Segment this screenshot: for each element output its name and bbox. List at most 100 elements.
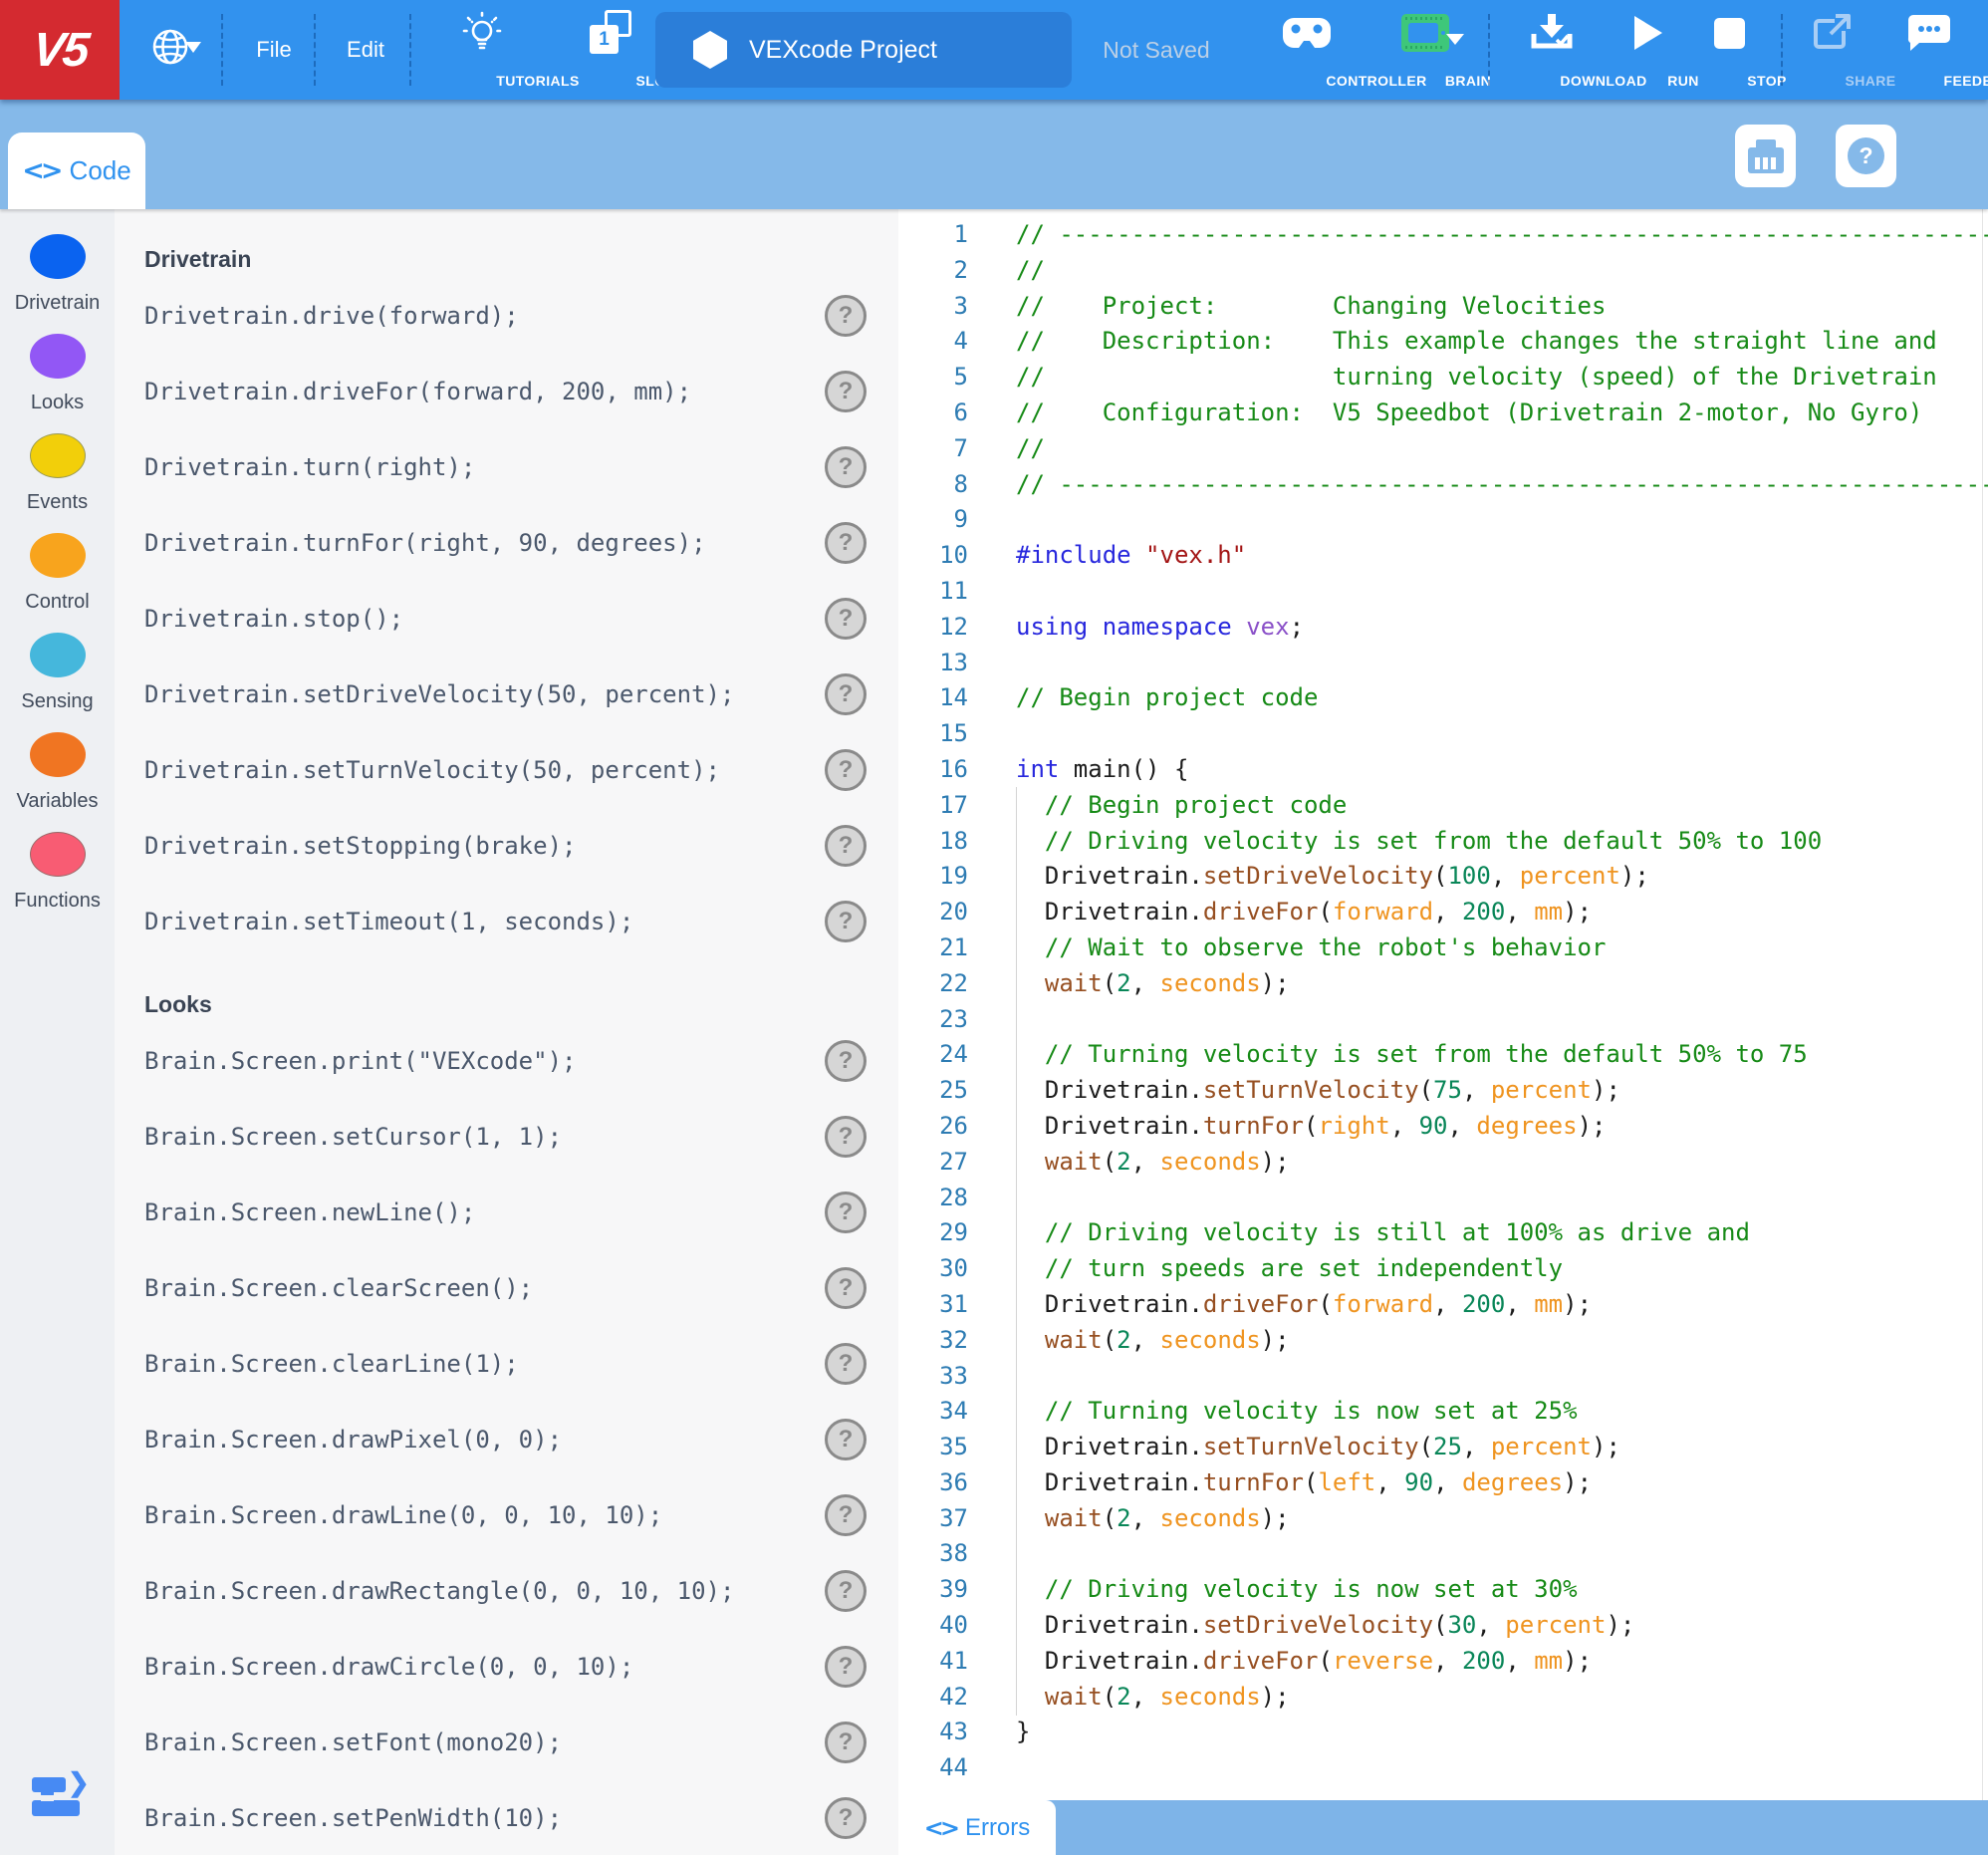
help-button[interactable]: ? [825, 1646, 867, 1688]
project-name-button[interactable]: VEXcode Project [655, 12, 1072, 88]
help-button[interactable]: ? [825, 446, 867, 488]
help-button[interactable]: ? [825, 825, 867, 867]
sidebar-item-variables[interactable]: Variables [0, 732, 115, 813]
command-item[interactable]: Brain.Screen.newLine();? [115, 1175, 898, 1250]
line-number: 6 [953, 398, 968, 426]
toolbar-divider [314, 14, 316, 86]
run-button[interactable]: RUN [1614, 0, 1698, 100]
command-text: Brain.Screen.clearLine(1); [144, 1350, 519, 1378]
command-item[interactable]: Brain.Screen.setFont(mono20);? [115, 1705, 898, 1780]
help-button[interactable]: ? [825, 901, 867, 942]
stop-square-icon [1691, 18, 1767, 49]
brain-port-icon [1747, 138, 1784, 173]
help-button[interactable]: ? [825, 1494, 867, 1536]
code-line: 7 // [898, 431, 1988, 467]
command-item[interactable]: Drivetrain.setStopping(brake);? [115, 808, 898, 884]
code-line: 3 // Project: Changing Velocities [898, 289, 1988, 325]
help-button[interactable]: ? [825, 1419, 867, 1460]
project-name: VEXcode Project [749, 35, 937, 64]
command-item[interactable]: Brain.Screen.drawRectangle(0, 0, 10, 10)… [115, 1553, 898, 1629]
command-text: Brain.Screen.drawLine(0, 0, 10, 10); [144, 1501, 663, 1529]
code-text: wait(2, seconds); [1044, 1147, 1290, 1176]
help-button[interactable]: ? [825, 1797, 867, 1839]
device-info-button[interactable] [1735, 125, 1796, 187]
blocks-icon[interactable]: ❯ [24, 1767, 90, 1833]
code-line: 16 int main() { [898, 752, 1988, 788]
help-button[interactable]: ? [825, 1343, 867, 1385]
controller-button[interactable]: CONTROLLER [1237, 0, 1426, 100]
language-menu[interactable] [127, 0, 213, 100]
brain-chevron-down-icon[interactable] [1446, 34, 1464, 45]
help-button[interactable]: ? [825, 1267, 867, 1309]
sidebar-item-sensing[interactable]: Sensing [0, 633, 115, 713]
stop-button[interactable]: STOP [1691, 0, 1786, 100]
help-button[interactable]: ? [825, 1722, 867, 1763]
variables-category-icon [29, 732, 86, 777]
sidebar-item-looks[interactable]: Looks [0, 334, 115, 414]
help-button[interactable]: ? [825, 1040, 867, 1082]
command-item[interactable]: Drivetrain.setDriveVelocity(50, percent)… [115, 657, 898, 732]
code-text: Drivetrain.driveFor(forward, 200, mm); [1016, 1289, 1593, 1318]
help-button[interactable]: ? [825, 598, 867, 640]
command-item[interactable]: Brain.Screen.drawCircle(0, 0, 10);? [115, 1629, 898, 1705]
code-line: 18 // Driving velocity is set from the d… [898, 824, 1988, 860]
command-item[interactable]: Brain.Screen.clearScreen();? [115, 1250, 898, 1326]
command-item[interactable]: Brain.Screen.drawPixel(0, 0);? [115, 1402, 898, 1477]
v5-logo-text: V5 [29, 23, 91, 77]
line-number: 42 [939, 1682, 968, 1711]
slot-button[interactable]: 1 SLOT [564, 0, 674, 100]
feedback-button[interactable]: FEEDBACK [1874, 0, 1988, 100]
sidebar-item-events[interactable]: Events [0, 433, 115, 514]
command-text: Drivetrain.stop(); [144, 605, 404, 633]
command-item[interactable]: Brain.Screen.clearLine(1);? [115, 1326, 898, 1402]
line-number: 31 [939, 1289, 968, 1318]
tutorials-button[interactable]: TUTORIALS [426, 0, 579, 100]
code-text: // Begin project code [1016, 683, 1319, 712]
command-item[interactable]: Brain.Screen.drawLine(0, 0, 10, 10);? [115, 1477, 898, 1553]
help-button[interactable]: ? [825, 522, 867, 564]
command-item[interactable]: Drivetrain.setTurnVelocity(50, percent);… [115, 732, 898, 808]
edit-menu[interactable]: Edit [323, 0, 408, 100]
code-line: 26 Drivetrain.turnFor(right, 90, degrees… [898, 1109, 1988, 1145]
code-line: 8 // ------------------------------------… [898, 467, 1988, 503]
indent-guide [1016, 787, 1017, 1716]
question-mark-icon: ? [1848, 137, 1884, 174]
help-button[interactable]: ? [825, 1192, 867, 1233]
help-button[interactable]: ? [825, 1570, 867, 1612]
file-menu[interactable]: File [231, 0, 317, 100]
help-button[interactable]: ? [825, 295, 867, 337]
line-number: 25 [939, 1076, 968, 1105]
code-text: // Project: Changing Velocities [1016, 291, 1607, 320]
command-item[interactable]: Drivetrain.turn(right);? [115, 429, 898, 505]
help-button[interactable]: ? [825, 749, 867, 791]
share-icon [1793, 12, 1870, 54]
command-item[interactable]: Brain.Screen.setPenWidth(10);? [115, 1780, 898, 1855]
help-button[interactable]: ? [825, 673, 867, 715]
share-button[interactable]: SHARE [1793, 0, 1895, 100]
sidebar-item-functions[interactable]: Functions [0, 832, 115, 913]
help-button[interactable]: ? [825, 1116, 867, 1158]
command-item[interactable]: Drivetrain.setTimeout(1, seconds);? [115, 884, 898, 959]
sidebar-item-drivetrain[interactable]: Drivetrain [0, 234, 115, 315]
download-icon [1500, 8, 1604, 56]
command-item[interactable]: Brain.Screen.setCursor(1, 1);? [115, 1099, 898, 1175]
category-label: Sensing [21, 690, 94, 712]
command-item[interactable]: Drivetrain.drive(forward);? [115, 278, 898, 354]
hexagon-icon [693, 31, 727, 69]
category-label: Looks [30, 392, 85, 413]
palette-section-title: Drivetrain [144, 246, 252, 272]
command-item[interactable]: Drivetrain.stop();? [115, 581, 898, 657]
tab-errors[interactable]: <> Errors [898, 1800, 1056, 1855]
help-button[interactable]: ? [825, 371, 867, 412]
sidebar-item-control[interactable]: Control [0, 533, 115, 614]
code-line: 27 wait(2, seconds); [898, 1145, 1988, 1181]
command-item[interactable]: Brain.Screen.print("VEXcode");? [115, 1023, 898, 1099]
line-number: 9 [953, 505, 968, 534]
help-button-top[interactable]: ? [1836, 125, 1896, 187]
brain-button[interactable]: BRAIN [1382, 0, 1491, 100]
command-item[interactable]: Drivetrain.turnFor(right, 90, degrees);? [115, 505, 898, 581]
download-button[interactable]: DOWNLOAD [1500, 0, 1646, 100]
command-item[interactable]: Drivetrain.driveFor(forward, 200, mm);? [115, 354, 898, 429]
code-editor[interactable]: 1 // ------------------------------------… [898, 209, 1988, 1855]
tab-code[interactable]: <> Code [8, 132, 145, 209]
